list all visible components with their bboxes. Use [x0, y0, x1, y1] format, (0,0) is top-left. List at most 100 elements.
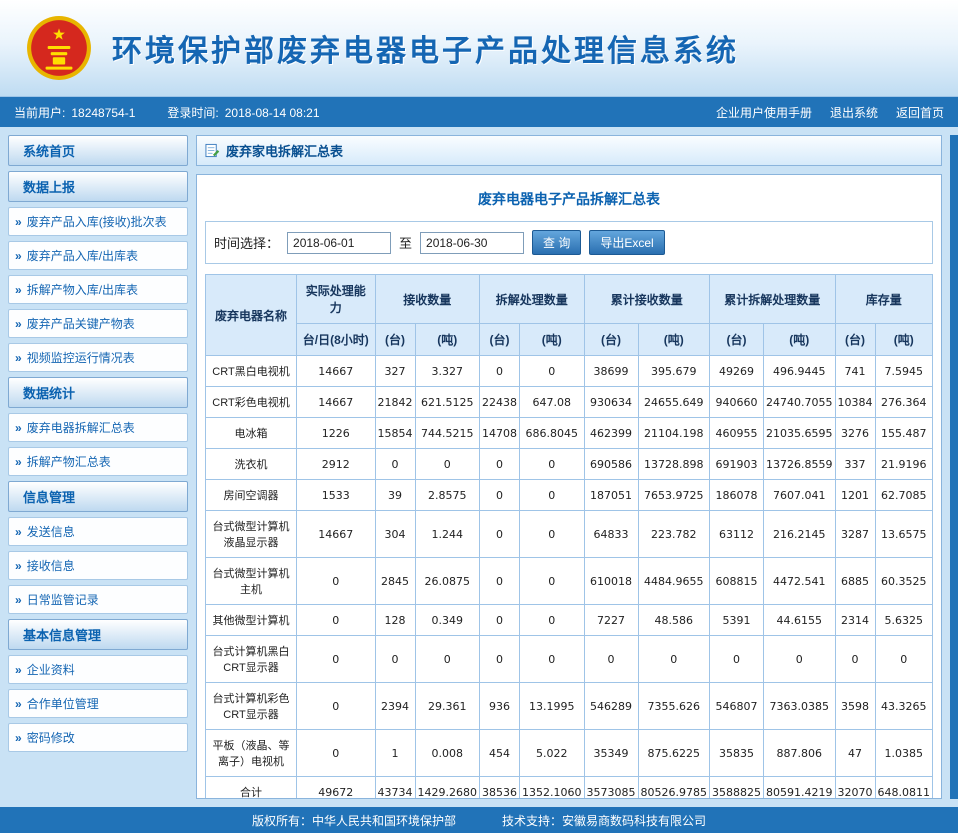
sidebar-item[interactable]: »拆解产物入库/出库表: [8, 275, 188, 304]
value-cell: 0: [480, 511, 520, 558]
table-subcolumn-header: 台/日(8小时): [297, 324, 376, 356]
value-cell: 14667: [297, 511, 376, 558]
value-cell: 47: [835, 730, 875, 777]
value-cell: 7355.626: [638, 683, 709, 730]
user-info: 当前用户:18248754-1登录时间:2018-08-14 08:21: [14, 104, 326, 121]
value-cell: 43.3265: [875, 683, 933, 730]
national-emblem-icon: [26, 15, 92, 81]
row-name-cell: CRT黑白电视机: [206, 356, 297, 387]
table-column-header: 接收数量: [375, 275, 480, 324]
link-return-home[interactable]: 返回首页: [896, 104, 944, 121]
value-cell: 39: [375, 480, 415, 511]
sidebar-item[interactable]: »废弃产品关键产物表: [8, 309, 188, 338]
chevron-right-icon: »: [15, 421, 22, 435]
current-user-label: 当前用户:: [14, 106, 65, 120]
table-subcolumn-header: (台): [480, 324, 520, 356]
value-cell: 327: [375, 356, 415, 387]
login-time-value: 2018-08-14 08:21: [225, 106, 320, 120]
value-cell: 0: [297, 605, 376, 636]
row-name-cell: CRT彩色电视机: [206, 387, 297, 418]
value-cell: 608815: [710, 558, 764, 605]
value-cell: 395.679: [638, 356, 709, 387]
value-cell: 0: [638, 636, 709, 683]
value-cell: 2394: [375, 683, 415, 730]
value-cell: 5391: [710, 605, 764, 636]
value-cell: 187051: [584, 480, 638, 511]
sidebar-item-label: 废弃产品入库/出库表: [27, 247, 138, 264]
link-enterprise-manual[interactable]: 企业用户使用手册: [716, 104, 812, 121]
time-select-label: 时间选择：: [214, 233, 279, 252]
value-cell: 0: [520, 636, 585, 683]
sidebar-item-home[interactable]: 系统首页: [8, 135, 188, 166]
sidebar-item[interactable]: » 废弃电器拆解汇总表: [8, 413, 188, 442]
row-name-cell: 台式微型计算机主机: [206, 558, 297, 605]
sidebar-item-label: 废弃电器拆解汇总表: [27, 419, 135, 436]
value-cell: 1226: [297, 418, 376, 449]
breadcrumb: 废弃家电拆解汇总表: [226, 141, 343, 160]
sidebar-item-label: 日常监管记录: [27, 591, 99, 608]
value-cell: 3287: [835, 511, 875, 558]
value-cell: 1: [375, 730, 415, 777]
table-row: 电冰箱122615854744.521514708686.80454623992…: [206, 418, 933, 449]
row-name-cell: 合计: [206, 777, 297, 800]
value-cell: 14667: [297, 387, 376, 418]
sidebar-item[interactable]: »视频监控运行情况表: [8, 343, 188, 372]
value-cell: 0: [764, 636, 835, 683]
value-cell: 13728.898: [638, 449, 709, 480]
search-button[interactable]: 查 询: [532, 230, 581, 255]
value-cell: 337: [835, 449, 875, 480]
chevron-right-icon: »: [15, 317, 22, 331]
date-from-input[interactable]: [287, 232, 391, 254]
value-cell: 621.5125: [415, 387, 480, 418]
sidebar-item-label: 拆解产物汇总表: [27, 453, 111, 470]
sidebar-item[interactable]: »日常监管记录: [8, 585, 188, 614]
export-excel-button[interactable]: 导出Excel: [589, 230, 664, 255]
main-content: 废弃家电拆解汇总表 废弃电器电子产品拆解汇总表 时间选择： 至 查 询 导出Ex…: [196, 135, 942, 799]
value-cell: 24740.7055: [764, 387, 835, 418]
table-row: 台式计算机彩色CRT显示器0239429.36193613.1995546289…: [206, 683, 933, 730]
middle-area: 系统首页数据上报»废弃产品入库(接收)批次表»废弃产品入库/出库表»拆解产物入库…: [0, 127, 958, 807]
table-subcolumn-header: (台): [375, 324, 415, 356]
value-cell: 1.0385: [875, 730, 933, 777]
value-cell: 0: [480, 605, 520, 636]
value-cell: 648.0811: [875, 777, 933, 800]
value-cell: 14667: [297, 356, 376, 387]
sidebar-item-label: 拆解产物入库/出库表: [27, 281, 138, 298]
value-cell: 0: [415, 449, 480, 480]
value-cell: 60.3525: [875, 558, 933, 605]
value-cell: 546807: [710, 683, 764, 730]
value-cell: 32070: [835, 777, 875, 800]
value-cell: 4472.541: [764, 558, 835, 605]
table-subcolumn-header: (吨): [875, 324, 933, 356]
row-name-cell: 电冰箱: [206, 418, 297, 449]
sidebar-item[interactable]: »合作单位管理: [8, 689, 188, 718]
table-row: 台式微型计算机主机0284526.0875006100184484.965560…: [206, 558, 933, 605]
chevron-right-icon: »: [15, 525, 22, 539]
value-cell: 496.9445: [764, 356, 835, 387]
sidebar-item[interactable]: »企业资料: [8, 655, 188, 684]
value-cell: 546289: [584, 683, 638, 730]
table-total-row: 合计49672437341429.2680385361352.106035730…: [206, 777, 933, 800]
sidebar-item[interactable]: »发送信息: [8, 517, 188, 546]
sidebar-item[interactable]: »废弃产品入库/出库表: [8, 241, 188, 270]
value-cell: 0: [520, 511, 585, 558]
sidebar-item[interactable]: »拆解产物汇总表: [8, 447, 188, 476]
value-cell: 80591.4219: [764, 777, 835, 800]
value-cell: 691903: [710, 449, 764, 480]
value-cell: 6885: [835, 558, 875, 605]
value-cell: 3.327: [415, 356, 480, 387]
value-cell: 0.349: [415, 605, 480, 636]
date-to-input[interactable]: [420, 232, 524, 254]
user-bar: 当前用户:18248754-1登录时间:2018-08-14 08:21 企业用…: [0, 97, 958, 127]
sidebar-item[interactable]: »密码修改: [8, 723, 188, 752]
edit-report-icon: [205, 143, 220, 158]
value-cell: 2.8575: [415, 480, 480, 511]
value-cell: 0: [480, 356, 520, 387]
sidebar-item[interactable]: »废弃产品入库(接收)批次表: [8, 207, 188, 236]
sidebar-item[interactable]: »接收信息: [8, 551, 188, 580]
value-cell: 686.8045: [520, 418, 585, 449]
value-cell: 887.806: [764, 730, 835, 777]
value-cell: 216.2145: [764, 511, 835, 558]
link-logout[interactable]: 退出系统: [830, 104, 878, 121]
login-time-label: 登录时间:: [167, 106, 218, 120]
